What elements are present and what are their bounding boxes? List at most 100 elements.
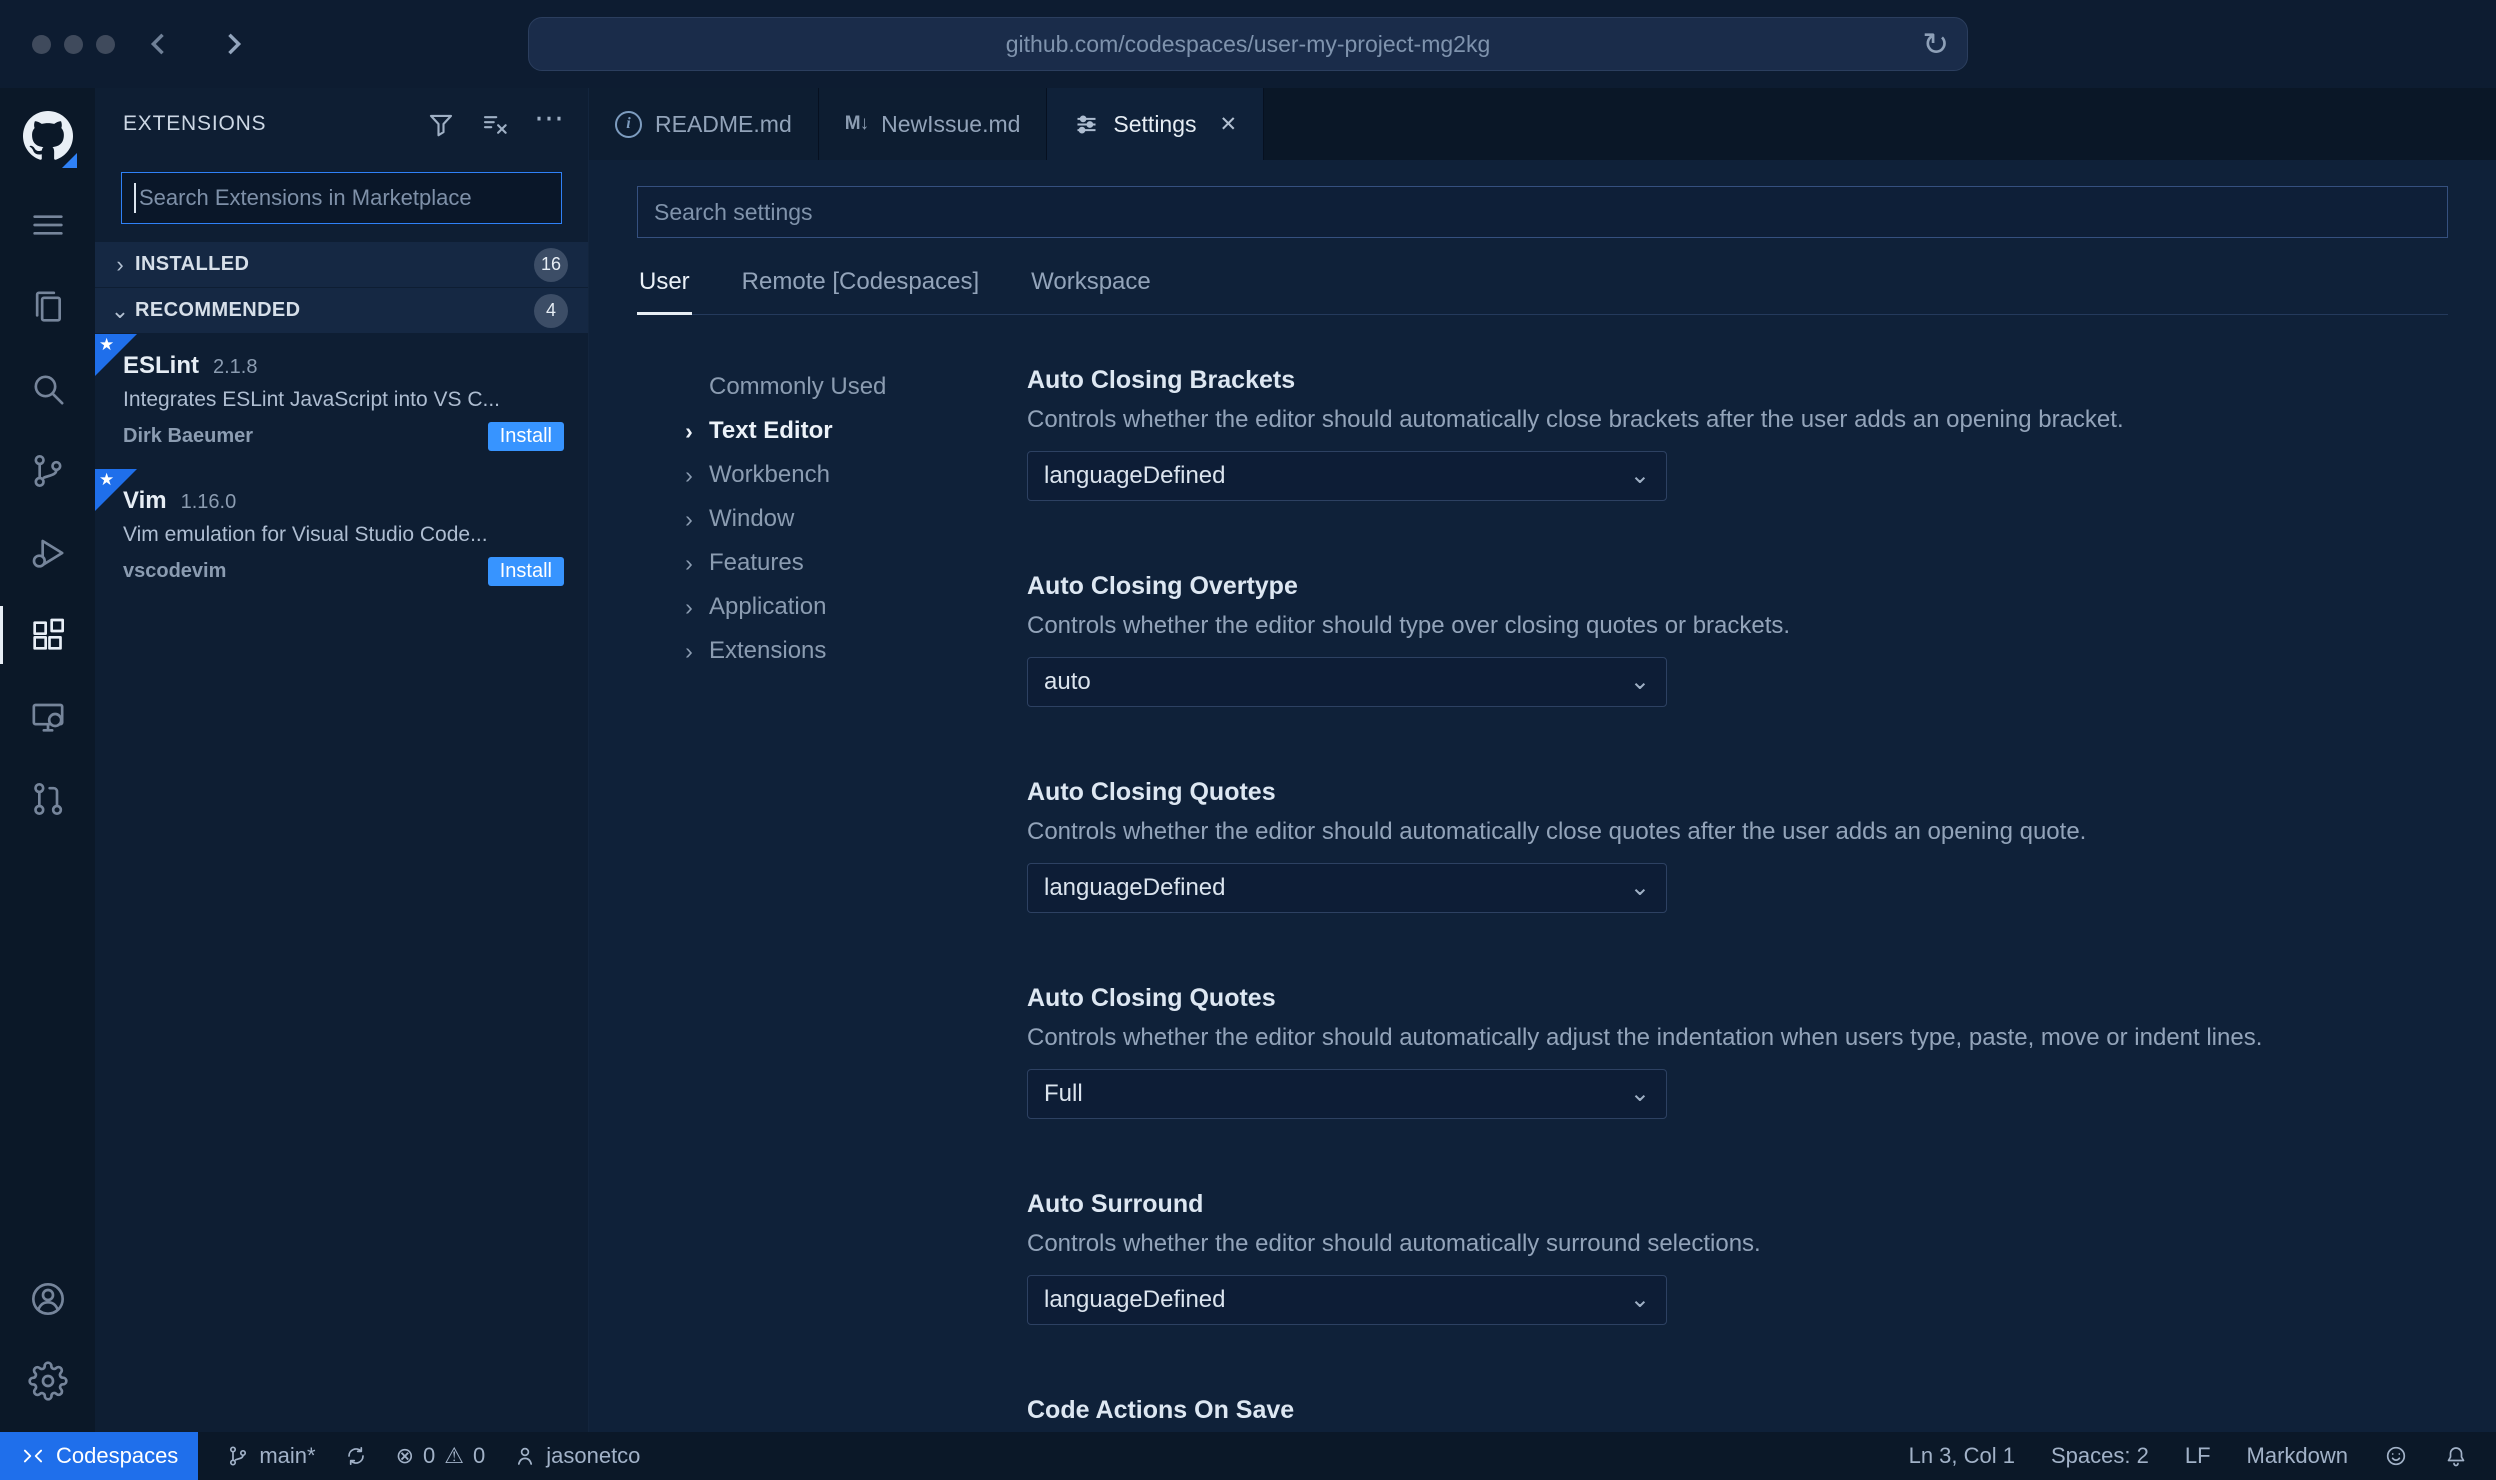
markdown-icon: M↓ [844, 113, 869, 134]
status-bar: Codespaces main* ⊗ 0 ⚠ 0 jasonetco Ln 3,… [0, 1432, 2496, 1480]
scope-tab-remote[interactable]: Remote [Codespaces] [740, 268, 981, 314]
chevron-right-icon: › [685, 593, 693, 620]
selected-value: languageDefined [1044, 462, 1226, 489]
branch-indicator[interactable]: main* [226, 1443, 316, 1469]
tab-newissue[interactable]: M↓ NewIssue.md [818, 88, 1048, 160]
run-debug-button[interactable] [0, 512, 95, 594]
url-text: github.com/codespaces/user-my-project-mg… [1005, 30, 1491, 57]
setting-title: Code Actions On Save [1027, 1396, 1295, 1424]
extension-description: Integrates ESLint JavaScript into VS C..… [123, 388, 501, 411]
branch-icon [33, 455, 61, 488]
toc-item-text-editor[interactable]: › Text Editor [677, 409, 1027, 453]
problems-indicator[interactable]: ⊗ 0 ⚠ 0 [396, 1443, 486, 1469]
recommended-count-badge: 4 [534, 293, 568, 328]
browser-forward-button[interactable] [203, 14, 263, 74]
setting-description: Controls whether the editor should autom… [1027, 406, 2124, 433]
section-installed[interactable]: › INSTALLED 16 [95, 242, 588, 287]
chevron-right-icon: › [685, 461, 693, 488]
error-icon: ⊗ [395, 1443, 414, 1468]
extension-footer: vscodevim Install [123, 557, 564, 586]
extension-list-item-vim[interactable]: ★ Vim 1.16.0 Vim emulation for Visual St… [95, 469, 588, 604]
explorer-button[interactable] [0, 266, 95, 348]
setting-value-dropdown[interactable]: auto ⌄ [1027, 657, 1667, 707]
feedback-icon[interactable] [2384, 1444, 2408, 1468]
toc-item-features[interactable]: › Features [677, 541, 1027, 585]
settings-search-box[interactable] [637, 186, 2448, 238]
scope-tab-workspace[interactable]: Workspace [1029, 268, 1153, 314]
account-button[interactable] [0, 1258, 95, 1340]
toc-item-extensions[interactable]: › Extensions [677, 629, 1027, 673]
settings-body: Commonly Used › Text Editor › Workbench … [589, 315, 2496, 1432]
codespaces-status-button[interactable]: Codespaces [0, 1432, 199, 1480]
pull-requests-button[interactable] [0, 758, 95, 840]
chevron-right-icon: › [685, 417, 693, 444]
toc-label: Application [709, 593, 827, 620]
chevron-right-icon: › [116, 251, 124, 277]
toc-item-application[interactable]: › Application [677, 585, 1027, 629]
extension-list-item-eslint[interactable]: ★ ESLint 2.1.8 Integrates ESLint JavaScr… [95, 334, 588, 469]
window-control-minimize[interactable] [64, 34, 83, 54]
settings-editor: User Remote [Codespaces] Workspace Commo… [589, 160, 2496, 1432]
account-indicator[interactable]: jasonetco [513, 1443, 640, 1469]
chevron-right-icon [228, 33, 242, 55]
toc-item-workbench[interactable]: › Workbench [677, 453, 1027, 497]
toc-label: Commonly Used [709, 373, 887, 400]
sync-button[interactable] [344, 1444, 368, 1468]
section-recommended[interactable]: ⌄ RECOMMENDED 4 [95, 288, 588, 333]
installed-count-badge: 16 [534, 247, 568, 282]
codespaces-corner-mark [62, 153, 77, 168]
indentation[interactable]: Spaces: 2 [2051, 1443, 2149, 1469]
language-mode[interactable]: Markdown [2247, 1443, 2348, 1469]
setting-value-dropdown[interactable]: Full ⌄ [1027, 1069, 1667, 1119]
extension-publisher: Dirk Baeumer [123, 425, 254, 447]
extension-description: Vim emulation for Visual Studio Code... [123, 523, 488, 546]
window-controls [0, 34, 115, 54]
more-actions-icon[interactable]: ⋯ [534, 104, 564, 144]
menu-button[interactable] [0, 184, 95, 266]
extension-header: Vim 1.16.0 [123, 487, 564, 515]
filter-icon[interactable] [426, 109, 456, 139]
chevron-down-icon: ⌄ [1629, 874, 1650, 901]
selected-value: Full [1044, 1080, 1083, 1107]
install-button[interactable]: Install [487, 557, 564, 586]
extensions-button[interactable] [0, 594, 95, 676]
tab-settings[interactable]: Settings ✕ [1047, 88, 1265, 160]
toc-item-window[interactable]: › Window [677, 497, 1027, 541]
setting-auto-closing-quotes-2: Auto Closing Quotes Controls whether the… [1027, 983, 2448, 1119]
setting-value-dropdown[interactable]: languageDefined ⌄ [1027, 863, 1667, 913]
error-count: 0 [423, 1443, 436, 1468]
settings-search-input[interactable] [654, 198, 2431, 226]
extensions-search-input[interactable] [139, 185, 549, 211]
window-control-maximize[interactable] [96, 34, 115, 54]
settings-list: Auto Closing Brackets Controls whether t… [1027, 365, 2448, 1432]
source-control-button[interactable] [0, 430, 95, 512]
setting-value-dropdown[interactable]: languageDefined ⌄ [1027, 451, 1667, 501]
bell-icon[interactable] [2444, 1444, 2468, 1468]
extensions-search-box[interactable] [121, 172, 562, 224]
chevron-down-icon: ⌄ [1629, 668, 1650, 695]
setting-description: Controls whether the editor should autom… [1027, 818, 2087, 845]
sync-icon [347, 1446, 364, 1466]
remote-explorer-button[interactable] [0, 676, 95, 758]
sidebar-actions: ⋯ [426, 104, 564, 144]
person-icon [518, 1447, 533, 1465]
tab-readme[interactable]: i README.md [589, 88, 819, 160]
cursor-position[interactable]: Ln 3, Col 1 [1909, 1443, 2015, 1469]
search-button[interactable] [0, 348, 95, 430]
clear-search-icon[interactable] [480, 109, 510, 139]
install-button[interactable]: Install [487, 422, 564, 451]
refresh-icon[interactable]: ↻ [1922, 28, 1949, 60]
eol-type[interactable]: LF [2185, 1443, 2211, 1469]
close-icon[interactable]: ✕ [1220, 112, 1238, 137]
browser-url-bar[interactable]: github.com/codespaces/user-my-project-mg… [528, 17, 1968, 71]
window-control-close[interactable] [32, 34, 51, 54]
browser-back-button[interactable] [129, 14, 189, 74]
settings-gear-button[interactable] [0, 1340, 95, 1422]
chevron-right-icon: › [685, 637, 693, 664]
toc-label: Window [709, 505, 795, 532]
tab-label: Settings [1113, 110, 1197, 137]
toc-label: Text Editor [709, 417, 833, 444]
toc-item-commonly-used[interactable]: Commonly Used [677, 365, 1027, 409]
scope-tab-user[interactable]: User [637, 268, 692, 315]
setting-value-dropdown[interactable]: languageDefined ⌄ [1027, 1275, 1667, 1325]
